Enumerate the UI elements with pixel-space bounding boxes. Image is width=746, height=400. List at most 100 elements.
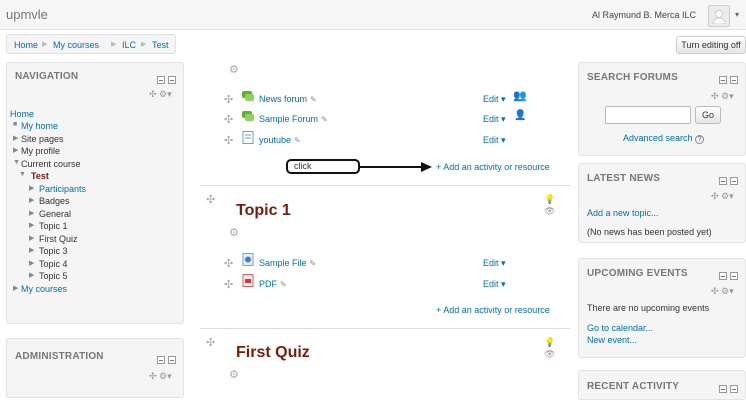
user-icon[interactable]: 👤	[514, 110, 526, 121]
block-dock-icon[interactable]	[730, 177, 738, 185]
activity-name[interactable]: Sample Forum	[259, 114, 318, 124]
nav-my-home[interactable]: My home	[21, 121, 58, 131]
visibility-eye-icon[interactable]: 👁	[544, 206, 555, 217]
advanced-search-link[interactable]: Advanced search ?	[623, 133, 705, 144]
nav-test[interactable]: Test	[31, 171, 49, 181]
turn-editing-off-button[interactable]: Turn editing off	[676, 36, 746, 54]
section-settings-gear-icon[interactable]: ⚙	[229, 368, 239, 381]
move-block-icon[interactable]: ✣ ⚙▾	[711, 191, 734, 202]
search-forums-input[interactable]	[605, 106, 691, 124]
move-icon[interactable]: ✣	[224, 113, 233, 126]
activity-name[interactable]: PDF	[259, 279, 277, 289]
move-block-icon[interactable]: ✣ ⚙▾	[149, 371, 172, 382]
nav-topic-1[interactable]: Topic 1	[39, 221, 68, 231]
activity-name[interactable]: Sample File	[259, 258, 307, 268]
activity-pdf[interactable]: PDF ✎	[259, 279, 287, 289]
avatar[interactable]	[708, 5, 730, 27]
highlight-lightbulb-icon[interactable]: 💡	[544, 194, 555, 205]
activity-edit-menu[interactable]: Edit ▾	[483, 135, 506, 146]
collapse-icon[interactable]: ▼	[13, 159, 20, 166]
block-hide-icon[interactable]	[719, 177, 727, 185]
expand-icon[interactable]: ▶	[13, 134, 18, 142]
move-icon[interactable]: ✣	[224, 257, 233, 270]
block-dock-icon[interactable]	[730, 272, 738, 280]
add-activity-link[interactable]: + Add an activity or resource	[436, 305, 550, 315]
expand-icon[interactable]: ▶	[29, 209, 34, 217]
expand-icon[interactable]: ▶	[29, 234, 34, 242]
expand-icon[interactable]: ▶	[29, 221, 34, 229]
nav-current-course[interactable]: Current course	[21, 159, 81, 169]
move-icon[interactable]: ✣	[224, 134, 233, 147]
help-icon[interactable]: ?	[695, 135, 705, 144]
nav-my-courses[interactable]: My courses	[21, 284, 67, 294]
block-dock-icon[interactable]	[168, 356, 176, 364]
edit-label[interactable]: Edit	[483, 114, 499, 124]
move-block-icon[interactable]: ✣ ⚙▾	[711, 91, 734, 102]
block-hide-icon[interactable]	[157, 356, 165, 364]
nav-topic-3[interactable]: Topic 3	[39, 246, 68, 256]
expand-icon[interactable]: ▶	[13, 146, 18, 154]
section-settings-gear-icon[interactable]: ⚙	[229, 63, 239, 76]
edit-title-pencil-icon[interactable]: ✎	[310, 259, 317, 268]
block-dock-icon[interactable]	[168, 76, 176, 84]
move-block-icon[interactable]: ✣ ⚙▾	[149, 89, 172, 100]
nav-my-profile[interactable]: My profile	[21, 146, 60, 156]
block-hide-icon[interactable]	[719, 76, 727, 84]
move-section-icon[interactable]: ✣	[206, 193, 215, 206]
add-activity-label[interactable]: Add an activity or resource	[443, 305, 550, 315]
advanced-search-label[interactable]: Advanced search	[623, 133, 693, 143]
add-activity-label[interactable]: Add an activity or resource	[443, 162, 550, 172]
expand-icon[interactable]: ▶	[29, 259, 34, 267]
activity-youtube[interactable]: youtube ✎	[259, 135, 301, 145]
edit-label[interactable]: Edit	[483, 279, 499, 289]
add-new-topic-link[interactable]: Add a new topic...	[587, 208, 659, 218]
nav-badges[interactable]: Badges	[39, 196, 70, 206]
activity-sample-file[interactable]: Sample File ✎	[259, 258, 316, 268]
block-dock-icon[interactable]	[730, 76, 738, 84]
expand-icon[interactable]: ▶	[13, 284, 18, 292]
nav-topic-4[interactable]: Topic 4	[39, 259, 68, 269]
activity-name[interactable]: youtube	[259, 135, 291, 145]
edit-label[interactable]: Edit	[483, 135, 499, 145]
edit-title-pencil-icon[interactable]: ✎	[294, 136, 301, 145]
edit-title-pencil-icon[interactable]: ✎	[310, 95, 317, 104]
breadcrumb-home[interactable]: Home	[14, 40, 38, 50]
activity-edit-menu[interactable]: Edit ▾	[483, 279, 506, 290]
activity-name[interactable]: News forum	[259, 94, 307, 104]
search-go-button[interactable]: Go	[695, 106, 721, 124]
edit-label[interactable]: Edit	[483, 258, 499, 268]
collapse-icon[interactable]: ▼	[19, 171, 26, 178]
section-settings-gear-icon[interactable]: ⚙	[229, 226, 239, 239]
activity-edit-menu[interactable]: Edit ▾	[483, 94, 506, 105]
move-icon[interactable]: ✣	[224, 93, 233, 106]
expand-icon[interactable]: ▶	[29, 184, 34, 192]
expand-icon[interactable]: ▶	[29, 246, 34, 254]
activity-sample-forum[interactable]: Sample Forum ✎	[259, 114, 328, 124]
breadcrumb-ilc[interactable]: ILC	[122, 40, 136, 50]
visibility-eye-icon[interactable]: 👁	[544, 349, 555, 360]
move-block-icon[interactable]: ✣ ⚙▾	[711, 286, 734, 297]
new-event-link[interactable]: New event...	[587, 335, 637, 345]
expand-icon[interactable]: ▶	[29, 271, 34, 279]
breadcrumb-my-courses[interactable]: My courses	[53, 40, 99, 50]
user-name[interactable]: Al Raymund B. Merca ILC	[592, 10, 696, 20]
breadcrumb-test[interactable]: Test	[152, 40, 169, 50]
activity-edit-menu[interactable]: Edit ▾	[483, 114, 506, 125]
go-to-calendar-link[interactable]: Go to calendar...	[587, 323, 653, 333]
edit-label[interactable]: Edit	[483, 94, 499, 104]
nav-participants[interactable]: Participants	[39, 184, 86, 194]
user-menu-caret-icon[interactable]: ▾	[735, 10, 739, 19]
edit-title-pencil-icon[interactable]: ✎	[280, 280, 287, 289]
move-icon[interactable]: ✣	[224, 278, 233, 291]
site-brand[interactable]: upmvle	[6, 7, 48, 22]
nav-general[interactable]: General	[39, 209, 71, 219]
expand-icon[interactable]: ▶	[29, 196, 34, 204]
nav-home[interactable]: Home	[10, 109, 34, 119]
activity-news-forum[interactable]: News forum ✎	[259, 94, 317, 104]
nav-site-pages[interactable]: Site pages	[21, 134, 64, 144]
nav-topic-5[interactable]: Topic 5	[39, 271, 68, 281]
move-section-icon[interactable]: ✣	[206, 336, 215, 349]
block-hide-icon[interactable]	[719, 272, 727, 280]
activity-edit-menu[interactable]: Edit ▾	[483, 258, 506, 269]
nav-first-quiz[interactable]: First Quiz	[39, 234, 78, 244]
